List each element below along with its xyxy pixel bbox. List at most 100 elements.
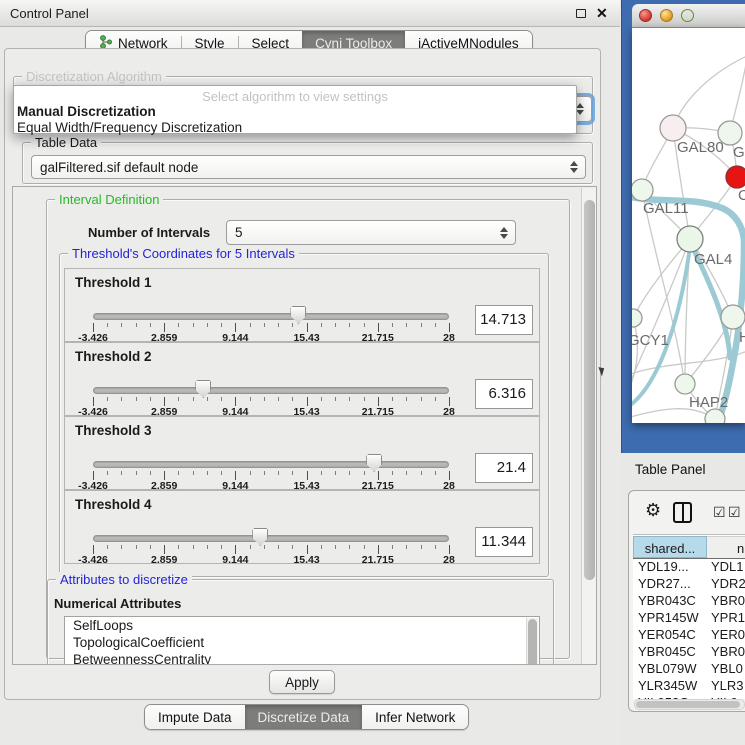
slider-track[interactable] xyxy=(93,313,449,320)
network-node[interactable] xyxy=(675,374,695,394)
network-node[interactable] xyxy=(660,115,686,141)
group-title: Attributes to discretize xyxy=(56,572,192,587)
panel-title: Control Panel xyxy=(10,6,89,21)
table-data-combo-value: galFiltered.sif default node xyxy=(32,160,566,175)
tab-infer-network[interactable]: Infer Network xyxy=(362,705,468,729)
network-node[interactable] xyxy=(721,305,745,329)
column-header-name[interactable]: n xyxy=(707,536,745,558)
cell-name: YPR1 xyxy=(711,610,745,625)
algorithm-dropdown-popup: Select algorithm to view settings Manual… xyxy=(13,85,577,134)
table-row[interactable]: YDR27...YDR2 xyxy=(633,576,745,593)
network-node-label: GCY1 xyxy=(632,332,669,349)
group-title: Table Data xyxy=(31,135,101,150)
threshold-label: Threshold 4 xyxy=(75,497,152,512)
threshold-panel: Threshold 4 -3.4262.8599.14415.4321.7152… xyxy=(64,490,540,564)
checkbox-icon[interactable]: ☑ xyxy=(713,504,726,521)
dropdown-hint: Select algorithm to view settings xyxy=(14,89,576,104)
cell-shared-name: YLR345W xyxy=(638,678,697,693)
float-window-icon[interactable] xyxy=(576,9,586,18)
cell-name: YER0 xyxy=(711,627,745,642)
spinner-stepper-icon[interactable] xyxy=(496,227,512,239)
number-of-intervals-spinner[interactable]: 5 xyxy=(226,220,516,245)
network-node-label: G xyxy=(733,144,745,161)
threshold-value-field[interactable]: 14.713 xyxy=(475,305,533,335)
group-title: Interval Definition xyxy=(55,192,163,207)
scrollbar-thumb[interactable] xyxy=(528,619,537,665)
table-row[interactable]: YER054C YER0 xyxy=(633,627,745,644)
network-node[interactable] xyxy=(632,179,653,201)
group-title: Discretization Algorithm xyxy=(22,69,166,84)
table-row[interactable]: YBR043C YBR0 xyxy=(633,593,745,610)
network-canvas[interactable]: GAL80GCGAL11GAL4GCY1HHAP2 xyxy=(632,28,745,423)
cell-name: YDR2 xyxy=(711,576,745,591)
cell-shared-name: YER054C xyxy=(638,627,696,642)
zoom-traffic-light-icon[interactable] xyxy=(681,9,694,22)
scrollbar-thumb[interactable] xyxy=(584,200,595,580)
table-row[interactable]: YPR145WYPR1 xyxy=(633,610,745,627)
slider-thumb[interactable] xyxy=(366,454,382,472)
network-node[interactable] xyxy=(705,409,725,423)
attributes-list-items: SelfLoopsTopologicalCoefficientBetweenne… xyxy=(65,617,539,665)
column-header-shared-name[interactable]: shared... xyxy=(633,536,707,558)
slider-tick-labels: -3.4262.8599.14415.4321.71528 xyxy=(65,554,539,566)
attribute-item[interactable]: TopologicalCoefficient xyxy=(65,634,539,651)
cell-name: YBR0 xyxy=(711,593,745,608)
network-node-label: GAL11 xyxy=(643,200,689,217)
bottom-tab-bar: Impute Data Discretize Data Infer Networ… xyxy=(144,704,469,730)
slider-track[interactable] xyxy=(93,387,449,394)
dropdown-option-equal-width[interactable]: Equal Width/Frequency Discretization xyxy=(17,120,242,135)
tab-impute-data[interactable]: Impute Data xyxy=(145,705,245,729)
slider-track[interactable] xyxy=(93,535,449,542)
slider-thumb[interactable] xyxy=(290,306,306,324)
attributes-list[interactable]: SelfLoopsTopologicalCoefficientBetweenne… xyxy=(64,616,540,665)
gear-icon[interactable]: ⚙ xyxy=(645,500,661,521)
table-horizontal-scrollbar[interactable] xyxy=(634,699,745,710)
table-row[interactable]: YBL079W YBL0 xyxy=(633,661,745,678)
network-node[interactable] xyxy=(632,309,642,327)
node-table: shared... n YDL19...YDL1YDR27...YDR2YBR0… xyxy=(633,534,745,699)
minimize-traffic-light-icon[interactable] xyxy=(660,9,673,22)
apply-button[interactable]: Apply xyxy=(269,670,335,694)
cell-shared-name: YBR045C xyxy=(638,644,696,659)
network-node-label: C xyxy=(738,187,745,204)
cell-shared-name: YBL079W xyxy=(638,661,697,676)
network-node[interactable] xyxy=(718,121,742,145)
numerical-attributes-label: Numerical Attributes xyxy=(54,596,181,611)
attribute-item[interactable]: SelfLoops xyxy=(65,617,539,634)
cell-shared-name: YBR043C xyxy=(638,593,696,608)
close-traffic-light-icon[interactable] xyxy=(639,9,652,22)
settings-scroll-viewport: Interval Definition Number of Intervals … xyxy=(12,186,597,665)
network-node-label: HAP2 xyxy=(689,394,728,411)
table-row[interactable]: YBR045C YBR0 xyxy=(633,644,745,661)
thresholds-group: Threshold's Coordinates for 5 Intervals … xyxy=(59,253,549,577)
threshold-value-field[interactable]: 21.4 xyxy=(475,453,533,483)
threshold-value-field[interactable]: 11.344 xyxy=(475,527,533,557)
attribute-item[interactable]: BetweennessCentrality xyxy=(65,651,539,665)
network-node[interactable] xyxy=(677,226,703,252)
attributes-list-scrollbar[interactable] xyxy=(526,618,538,665)
scrollbar-thumb[interactable] xyxy=(636,701,740,708)
slider-thumb[interactable] xyxy=(252,528,268,546)
column-layout-icon[interactable] xyxy=(673,502,692,523)
control-panel: Control Panel ✕ Network Style Select Cyn… xyxy=(0,0,620,745)
network-node-label: H xyxy=(739,329,745,346)
table-data-combo[interactable]: galFiltered.sif default node xyxy=(31,155,586,179)
threshold-value-field[interactable]: 6.316 xyxy=(475,379,533,409)
spinner-value: 5 xyxy=(227,225,496,240)
number-of-intervals-label: Number of Intervals xyxy=(88,225,210,240)
slider-thumb[interactable] xyxy=(195,380,211,398)
slider-track[interactable] xyxy=(93,461,449,468)
checkbox-icon[interactable]: ☑ xyxy=(728,504,741,521)
close-icon[interactable]: ✕ xyxy=(596,5,608,22)
combo-stepper-icon[interactable] xyxy=(566,161,582,173)
table-row[interactable]: YLR345WYLR3 xyxy=(633,678,745,695)
tab-discretize-data[interactable]: Discretize Data xyxy=(245,705,363,729)
network-node[interactable] xyxy=(726,166,745,188)
table-row[interactable]: YDL19...YDL1 xyxy=(633,559,745,576)
cell-name: YBL0 xyxy=(711,661,743,676)
dropdown-option-manual[interactable]: Manual Discretization xyxy=(17,104,156,119)
threshold-label: Threshold 2 xyxy=(75,349,152,364)
settings-vertical-scrollbar[interactable] xyxy=(581,188,597,665)
threshold-label: Threshold 1 xyxy=(75,275,152,290)
cell-name: YBR0 xyxy=(711,644,745,659)
